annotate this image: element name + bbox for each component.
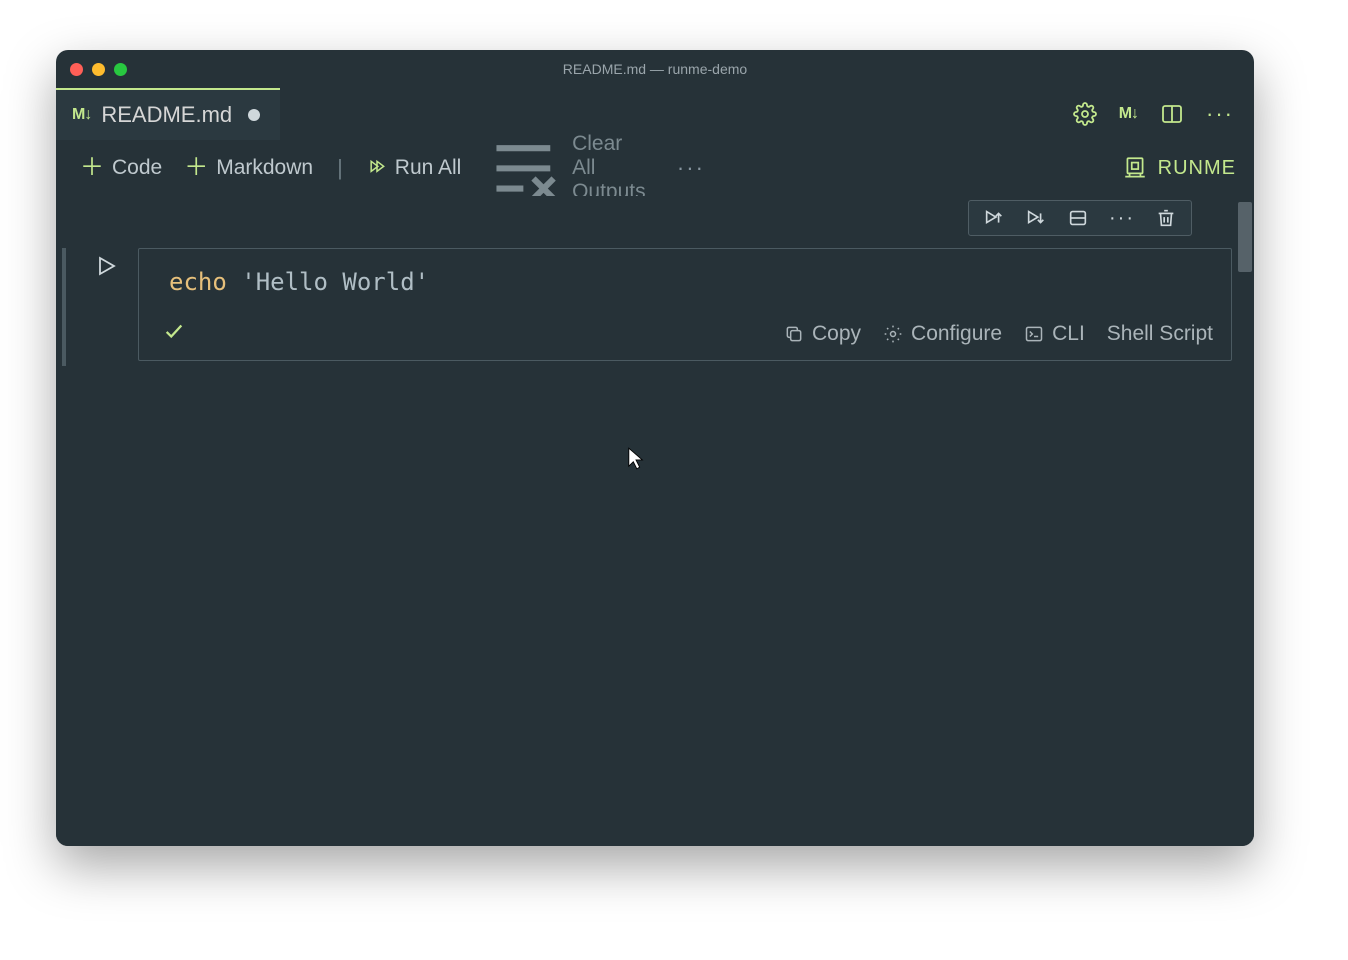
copy-button[interactable]: Copy bbox=[784, 322, 861, 346]
clear-outputs-label: Clear All Outputs bbox=[572, 132, 649, 204]
cell-more-icon[interactable]: ··· bbox=[1109, 208, 1135, 228]
add-markdown-button[interactable]: ＋ Markdown bbox=[178, 152, 319, 184]
split-editor-icon[interactable] bbox=[1160, 102, 1184, 126]
window-controls bbox=[70, 63, 127, 76]
dirty-indicator-icon bbox=[248, 109, 260, 121]
plus-icon: ＋ bbox=[80, 156, 104, 180]
runme-label: RUNME bbox=[1158, 157, 1236, 180]
language-label: Shell Script bbox=[1107, 322, 1213, 346]
more-actions-icon[interactable]: ··· bbox=[1206, 103, 1234, 125]
preview-markdown-icon[interactable]: M↓ bbox=[1119, 105, 1138, 123]
delete-cell-icon[interactable] bbox=[1155, 207, 1177, 229]
runme-kernel-button[interactable]: RUNME bbox=[1122, 155, 1236, 181]
add-code-label: Code bbox=[112, 156, 162, 180]
configure-label: Configure bbox=[911, 322, 1002, 346]
run-all-label: Run All bbox=[395, 156, 462, 180]
tab-readme[interactable]: M↓ README.md bbox=[56, 88, 280, 140]
notebook-area: ··· bbox=[56, 196, 1254, 846]
toolbar-separator: | bbox=[329, 155, 351, 181]
notebook-toolbar: ＋ Code ＋ Markdown | Run All Clear All Ou… bbox=[56, 140, 1254, 196]
run-all-button[interactable]: Run All bbox=[361, 152, 468, 184]
run-cell-icon[interactable] bbox=[94, 254, 118, 278]
add-code-button[interactable]: ＋ Code bbox=[74, 152, 168, 184]
configure-button[interactable]: Configure bbox=[883, 322, 1002, 346]
cli-button[interactable]: CLI bbox=[1024, 322, 1085, 346]
cell-body: echo 'Hello World' bbox=[138, 248, 1232, 361]
cell-gutter bbox=[74, 248, 138, 361]
copy-label: Copy bbox=[812, 322, 861, 346]
language-picker[interactable]: Shell Script bbox=[1107, 322, 1213, 346]
cell-footer: Copy Configure bbox=[139, 314, 1231, 360]
settings-gear-icon[interactable] bbox=[1073, 102, 1097, 126]
code-editor[interactable]: echo 'Hello World' bbox=[139, 249, 1231, 314]
cell-focus-bar bbox=[62, 248, 66, 366]
app-window: README.md — runme-demo M↓ README.md M↓ bbox=[56, 50, 1254, 846]
add-markdown-label: Markdown bbox=[216, 156, 313, 180]
plus-icon: ＋ bbox=[184, 156, 208, 180]
code-token-command: echo bbox=[169, 268, 227, 296]
tab-filename: README.md bbox=[101, 102, 232, 128]
close-window-button[interactable] bbox=[70, 63, 83, 76]
scrollbar-thumb[interactable] bbox=[1238, 202, 1252, 272]
maximize-window-button[interactable] bbox=[114, 63, 127, 76]
tab-actions: M↓ ··· bbox=[1073, 88, 1254, 140]
run-above-icon[interactable] bbox=[983, 207, 1005, 229]
toolbar-more-icon[interactable]: ··· bbox=[665, 155, 705, 181]
code-cell: echo 'Hello World' bbox=[74, 248, 1232, 361]
mouse-cursor-icon bbox=[627, 446, 645, 477]
window-title: README.md — runme-demo bbox=[56, 61, 1254, 77]
titlebar: README.md — runme-demo bbox=[56, 50, 1254, 88]
split-cell-icon[interactable] bbox=[1067, 207, 1089, 229]
code-token-string: 'Hello World' bbox=[227, 268, 429, 296]
success-check-icon bbox=[163, 320, 185, 348]
minimize-window-button[interactable] bbox=[92, 63, 105, 76]
run-below-icon[interactable] bbox=[1025, 207, 1047, 229]
cli-label: CLI bbox=[1052, 322, 1085, 346]
cell-toolbar: ··· bbox=[968, 200, 1192, 236]
tab-bar: M↓ README.md M↓ ··· bbox=[56, 88, 1254, 140]
markdown-file-icon: M↓ bbox=[72, 106, 91, 124]
